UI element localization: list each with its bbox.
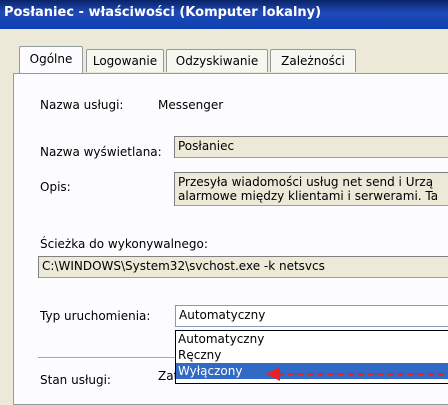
window-title: Posłaniec - właściwości (Komputer lokaln… <box>4 5 322 20</box>
service-name-label: Nazwa usługi: <box>40 98 124 112</box>
tab-recovery[interactable]: Odzyskiwanie <box>166 49 268 72</box>
tab-logon[interactable]: Logowanie <box>86 49 164 72</box>
description-field[interactable]: Przesyła wiadomości usług net send i Urz… <box>174 172 448 206</box>
tab-general[interactable]: Ogólne <box>19 46 83 73</box>
executable-path-label: Ścieżka do wykonywalnego: <box>40 237 208 251</box>
startup-type-label: Typ uruchomienia: <box>40 309 151 323</box>
service-name-value: Messenger <box>158 98 224 112</box>
executable-path-field[interactable]: C:\WINDOWS\System32\svchost.exe -k netsv… <box>38 256 448 278</box>
display-name-field[interactable]: Posłaniec <box>174 136 448 158</box>
separator <box>38 357 176 359</box>
startup-option-manual[interactable]: Ręczny <box>176 347 448 363</box>
service-status-label: Stan usługi: <box>40 373 111 387</box>
display-name-value: Posłaniec <box>178 139 235 153</box>
startup-type-combo[interactable]: Automatyczny <box>175 305 448 327</box>
description-value: Przesyła wiadomości usług net send i Urz… <box>178 175 439 203</box>
title-bar[interactable]: Posłaniec - właściwości (Komputer lokaln… <box>0 0 448 29</box>
display-name-label: Nazwa wyświetlana: <box>40 145 162 159</box>
executable-path-value: C:\WINDOWS\System32\svchost.exe -k netsv… <box>42 259 325 273</box>
startup-option-automatic[interactable]: Automatyczny <box>176 331 448 347</box>
startup-type-value: Automatyczny <box>179 308 266 322</box>
annotation-arrow-icon <box>266 367 448 381</box>
tab-dependencies[interactable]: Zależności <box>270 49 356 72</box>
tab-strip: Ogólne Logowanie Odzyskiwanie Zależności <box>0 46 448 74</box>
description-label: Opis: <box>40 180 71 194</box>
